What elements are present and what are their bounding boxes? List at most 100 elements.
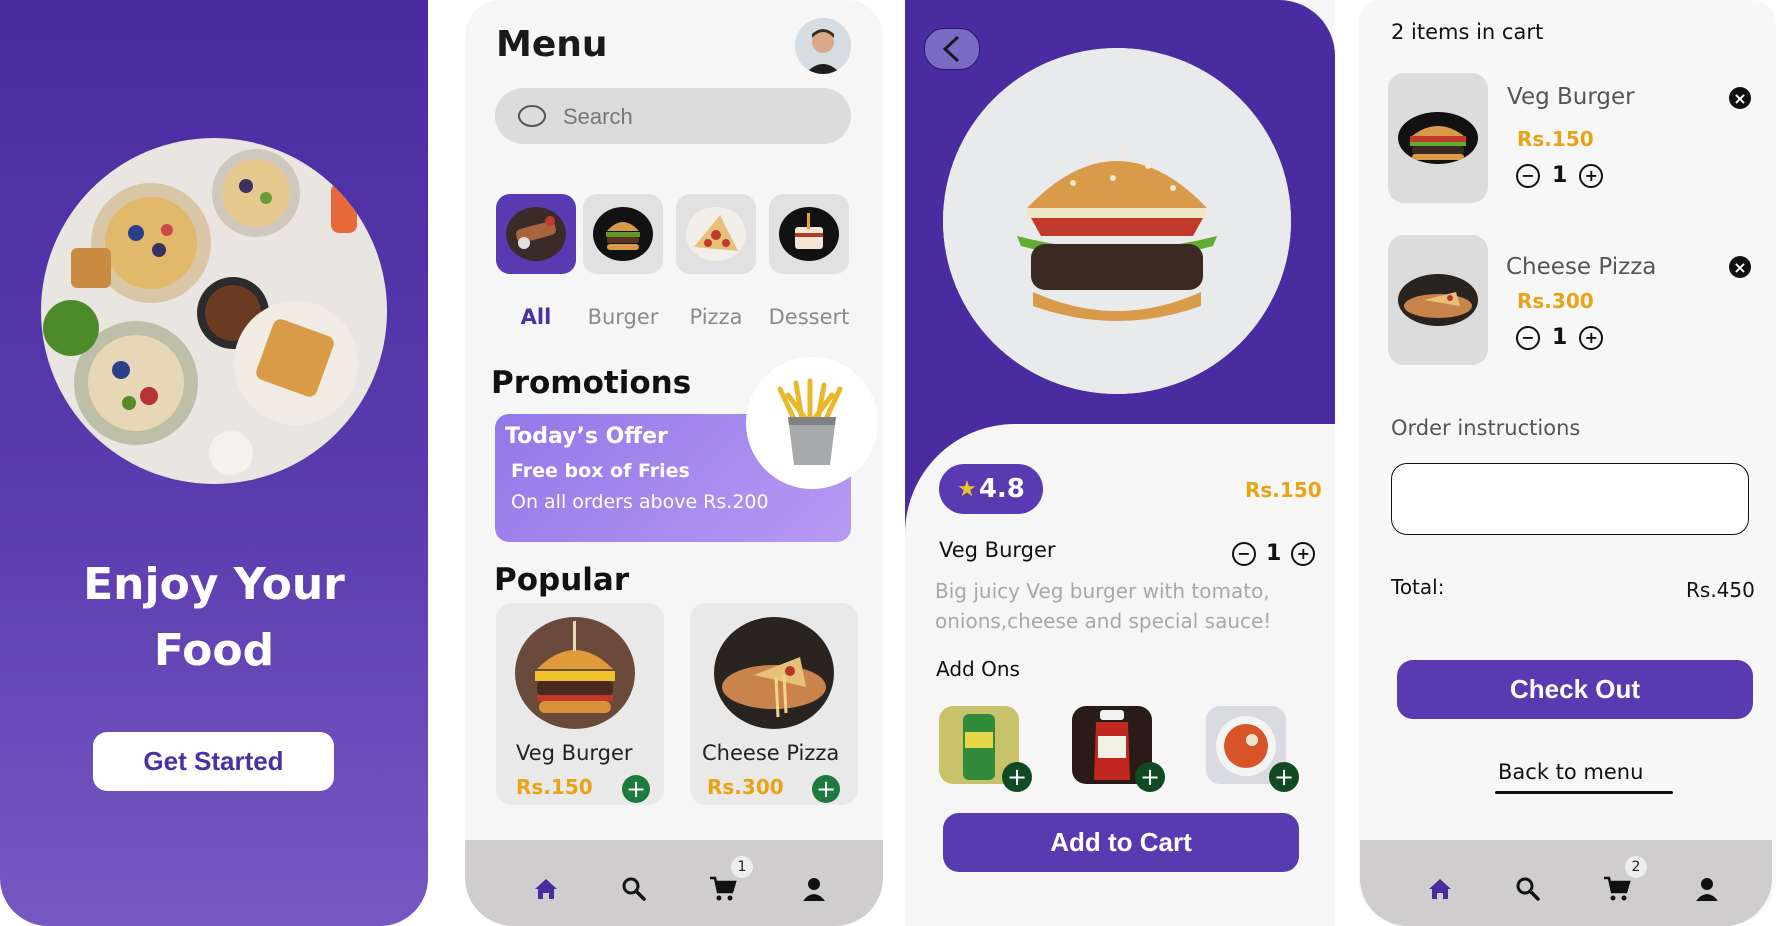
- total-value: Rs.450: [1686, 578, 1755, 602]
- popular-card-veg-burger[interactable]: Veg Burger Rs.150 +: [496, 603, 664, 805]
- chevron-left-icon: [942, 35, 960, 63]
- quantity-value: 1: [1266, 541, 1282, 566]
- home-icon[interactable]: [529, 872, 563, 906]
- avatar[interactable]: [795, 18, 851, 74]
- fries-image: [746, 357, 878, 489]
- category-pizza[interactable]: [676, 194, 756, 274]
- promo-headline: Today’s Offer: [505, 424, 668, 449]
- popular-name: Veg Burger: [516, 741, 633, 765]
- quantity-stepper: − 1 +: [1232, 541, 1316, 566]
- popular-price: Rs.300: [707, 775, 784, 799]
- cheese-pizza-image: [1398, 274, 1478, 326]
- cart-screen: 2 items in cart Veg Burger Rs.150 − 1 + …: [1358, 0, 1776, 926]
- welcome-title: Enjoy Your Food: [0, 552, 428, 684]
- total-label: Total:: [1391, 575, 1445, 599]
- cart-item-thumb: [1388, 73, 1488, 203]
- minus-button[interactable]: −: [1232, 541, 1256, 566]
- item-name: Veg Burger: [939, 538, 1056, 562]
- cart-item-name: Veg Burger: [1507, 84, 1635, 110]
- cart-icon[interactable]: [706, 872, 740, 906]
- popular-card-cheese-pizza[interactable]: Cheese Pizza Rs.300 +: [690, 603, 858, 805]
- add-to-cart-button[interactable]: Add to Cart: [943, 813, 1299, 872]
- bottom-nav: 1: [465, 840, 883, 926]
- popular-title: Popular: [494, 562, 630, 598]
- close-icon: ×: [1733, 257, 1747, 277]
- category-label-pizza[interactable]: Pizza: [671, 305, 761, 329]
- home-icon[interactable]: [1423, 872, 1457, 906]
- remove-item-button[interactable]: ×: [1729, 87, 1751, 109]
- back-to-menu-underline: [1495, 791, 1673, 794]
- profile-icon[interactable]: [797, 872, 831, 906]
- category-all[interactable]: [496, 194, 576, 274]
- veg-burger-image: [943, 48, 1291, 394]
- search-icon[interactable]: [1511, 872, 1545, 906]
- dessert-icon: [779, 207, 839, 261]
- category-label-all[interactable]: All: [491, 305, 581, 329]
- addons-title: Add Ons: [936, 657, 1020, 681]
- get-started-button[interactable]: Get Started: [93, 732, 334, 791]
- add-button[interactable]: +: [812, 775, 840, 803]
- cart-item-price: Rs.300: [1517, 289, 1594, 313]
- cart-item-price: Rs.150: [1517, 127, 1594, 151]
- star-icon: ★: [957, 476, 977, 502]
- cart-count: 2 items in cart: [1391, 20, 1544, 44]
- plus-icon: +: [1273, 763, 1295, 791]
- quantity-value: 1: [1552, 325, 1568, 350]
- plus-button[interactable]: +: [1579, 325, 1604, 350]
- promotions-title: Promotions: [491, 365, 692, 401]
- minus-button[interactable]: −: [1516, 163, 1540, 188]
- quantity-stepper: − 1 +: [1516, 325, 1604, 350]
- item-description: Big juicy Veg burger with tomato, onions…: [935, 579, 1272, 633]
- minus-button[interactable]: −: [1516, 325, 1540, 350]
- bbq-plate-icon: [506, 207, 566, 261]
- veg-burger-image: [515, 617, 635, 729]
- order-instructions-input[interactable]: [1391, 463, 1749, 535]
- category-dessert[interactable]: [769, 194, 849, 274]
- plus-icon: +: [815, 775, 837, 803]
- popular-price: Rs.150: [516, 775, 593, 799]
- quantity-stepper: − 1 +: [1516, 163, 1604, 188]
- back-button[interactable]: [924, 28, 980, 70]
- search-icon: [517, 104, 546, 128]
- hero-food-image: [41, 138, 387, 484]
- checkout-button[interactable]: Check Out: [1397, 660, 1753, 719]
- close-icon: ×: [1733, 88, 1747, 108]
- plus-icon: +: [1006, 763, 1028, 791]
- category-label-burger[interactable]: Burger: [578, 305, 668, 329]
- cart-badge: 1: [731, 856, 753, 878]
- page-title: Menu: [496, 24, 608, 65]
- plus-button[interactable]: +: [1291, 541, 1316, 566]
- add-addon-button[interactable]: +: [1269, 762, 1299, 792]
- cheese-pizza-image: [714, 617, 834, 729]
- rating-badge: ★ 4.8: [939, 464, 1043, 514]
- add-button[interactable]: +: [622, 775, 650, 803]
- category-burger[interactable]: [583, 194, 663, 274]
- burger-icon: [593, 207, 653, 261]
- detail-screen: ★ 4.8 Rs.150 Veg Burger − 1 + Big juicy …: [905, 0, 1335, 926]
- welcome-title-line1: Enjoy Your: [83, 559, 345, 610]
- category-label-dessert[interactable]: Dessert: [764, 305, 854, 329]
- quantity-value: 1: [1552, 163, 1568, 188]
- cart-item-thumb: [1388, 235, 1488, 365]
- welcome-title-line2: Food: [153, 625, 275, 676]
- add-addon-button[interactable]: +: [1135, 762, 1165, 792]
- bottom-nav: 2: [1360, 840, 1772, 926]
- order-instructions-label: Order instructions: [1391, 416, 1581, 440]
- welcome-screen: Enjoy Your Food Get Started: [0, 0, 428, 926]
- search-input[interactable]: [561, 96, 825, 138]
- profile-icon[interactable]: [1690, 872, 1724, 906]
- plus-button[interactable]: +: [1579, 163, 1604, 188]
- pizza-icon: [686, 207, 746, 261]
- menu-screen: Menu All Burger Pizza Dessert: [465, 0, 883, 926]
- cart-badge: 2: [1625, 856, 1647, 878]
- promo-detail: On all orders above Rs.200: [511, 491, 769, 513]
- plus-icon: +: [1139, 763, 1161, 791]
- item-price: Rs.150: [1245, 478, 1322, 502]
- add-addon-button[interactable]: +: [1002, 762, 1032, 792]
- search-icon[interactable]: [617, 872, 651, 906]
- remove-item-button[interactable]: ×: [1729, 256, 1751, 278]
- rating-value: 4.8: [978, 474, 1025, 504]
- back-to-menu-link[interactable]: Back to menu: [1498, 760, 1643, 784]
- cart-icon[interactable]: [1600, 872, 1634, 906]
- popular-name: Cheese Pizza: [702, 741, 840, 765]
